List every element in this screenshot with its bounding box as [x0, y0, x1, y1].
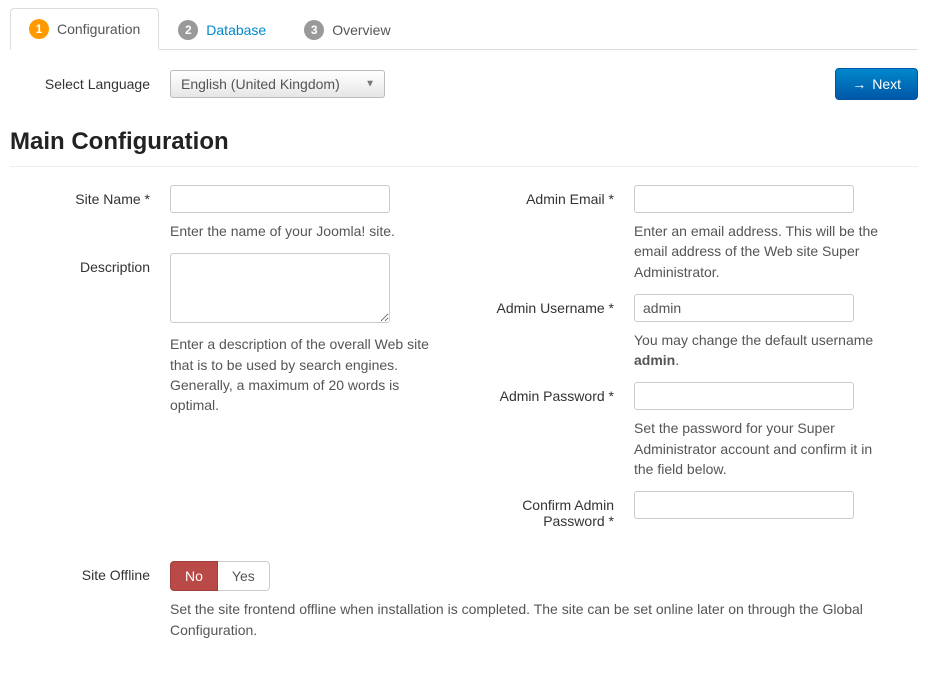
tab-database[interactable]: 2 Database: [159, 8, 285, 50]
tab-badge-3: 3: [304, 20, 324, 40]
site-offline-label: Site Offline: [10, 561, 170, 640]
site-offline-toggle: No Yes: [170, 561, 270, 591]
site-name-input[interactable]: [170, 185, 390, 213]
next-button-label: Next: [872, 76, 901, 92]
admin-username-input[interactable]: [634, 294, 854, 322]
admin-username-help: You may change the default username admi…: [634, 330, 894, 371]
description-help: Enter a description of the overall Web s…: [170, 334, 430, 415]
site-offline-row: Site Offline No Yes Set the site fronten…: [10, 561, 918, 640]
language-select[interactable]: English (United Kingdom): [170, 70, 385, 98]
config-form: Site Name * Enter the name of your Jooml…: [10, 185, 918, 541]
toolbar: Select Language English (United Kingdom)…: [10, 50, 918, 110]
next-button[interactable]: → Next: [835, 68, 918, 100]
form-right-column: Admin Email * Enter an email address. Th…: [474, 185, 918, 541]
admin-email-label: Admin Email *: [474, 185, 634, 282]
admin-password-label: Admin Password *: [474, 382, 634, 479]
page-title: Main Configuration: [10, 128, 918, 156]
select-language-label: Select Language: [10, 76, 170, 92]
admin-password-input[interactable]: [634, 382, 854, 410]
form-left-column: Site Name * Enter the name of your Jooml…: [10, 185, 454, 541]
language-select-wrap: English (United Kingdom) ▼: [170, 70, 385, 98]
tab-configuration[interactable]: 1 Configuration: [10, 8, 159, 50]
admin-email-help: Enter an email address. This will be the…: [634, 221, 894, 282]
site-name-label: Site Name *: [10, 185, 170, 241]
offline-no-button[interactable]: No: [170, 561, 218, 591]
site-name-help: Enter the name of your Joomla! site.: [170, 221, 430, 241]
install-tabs: 1 Configuration 2 Database 3 Overview: [10, 8, 918, 50]
offline-yes-button[interactable]: Yes: [218, 561, 270, 591]
admin-username-label: Admin Username *: [474, 294, 634, 371]
site-offline-help: Set the site frontend offline when insta…: [170, 599, 918, 640]
confirm-password-input[interactable]: [634, 491, 854, 519]
arrow-right-icon: →: [852, 76, 866, 92]
confirm-password-label: Confirm Admin Password *: [474, 491, 634, 529]
heading-divider: [10, 166, 918, 167]
description-textarea[interactable]: [170, 253, 390, 323]
tab-label-overview: Overview: [332, 22, 390, 38]
admin-email-input[interactable]: [634, 185, 854, 213]
admin-password-help: Set the password for your Super Administ…: [634, 418, 894, 479]
tab-overview[interactable]: 3 Overview: [285, 8, 409, 50]
tab-label-configuration: Configuration: [57, 21, 140, 37]
tab-badge-2: 2: [178, 20, 198, 40]
description-label: Description: [10, 253, 170, 415]
tab-label-database: Database: [206, 22, 266, 38]
tab-badge-1: 1: [29, 19, 49, 39]
